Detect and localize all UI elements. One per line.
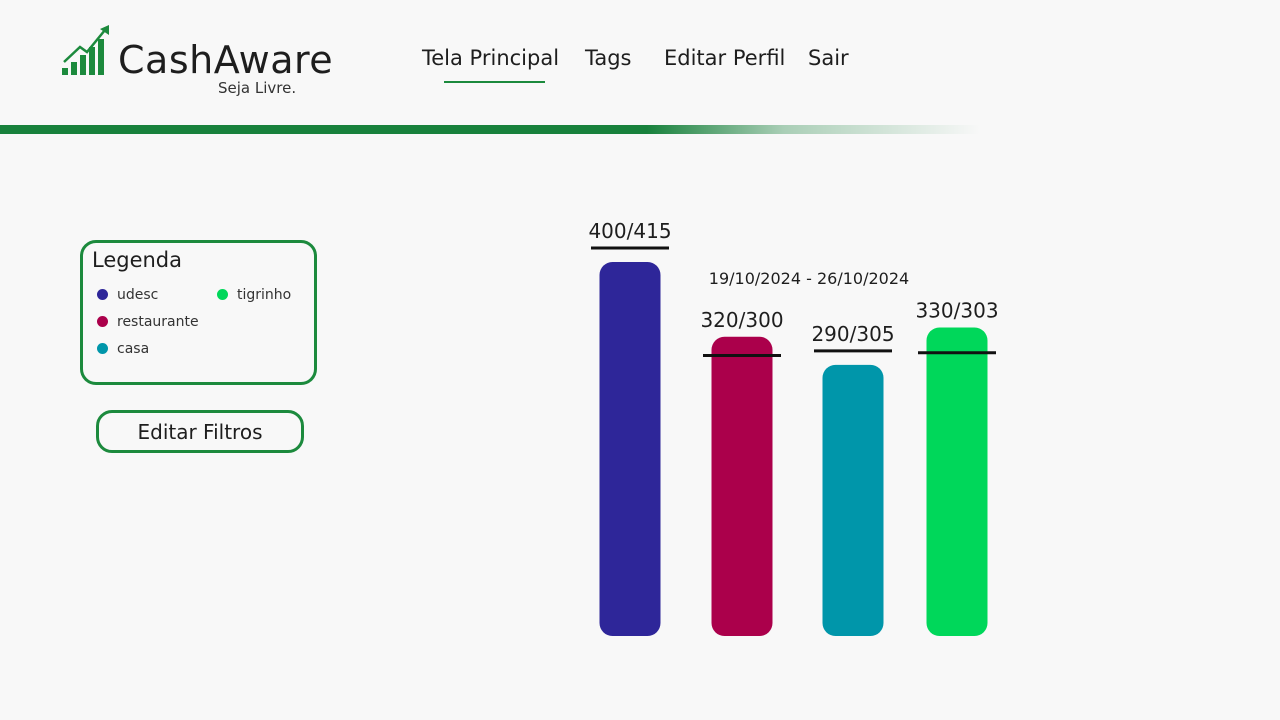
bar-udesc xyxy=(599,262,661,636)
bar-restaurante xyxy=(711,336,773,636)
bar-value-label: 290/305 xyxy=(811,322,894,346)
budget-bar-chart: 19/10/2024 - 26/10/2024 400/415 320/300 29… xyxy=(588,219,999,636)
bar-value-label: 320/300 xyxy=(700,308,783,332)
bar-value-label: 400/415 xyxy=(588,219,671,243)
bar-casa xyxy=(822,364,884,636)
chart-date-range: 19/10/2024 - 26/10/2024 xyxy=(709,269,909,288)
bar-value-label: 330/303 xyxy=(915,298,998,322)
bar-tigrinho xyxy=(926,327,988,636)
